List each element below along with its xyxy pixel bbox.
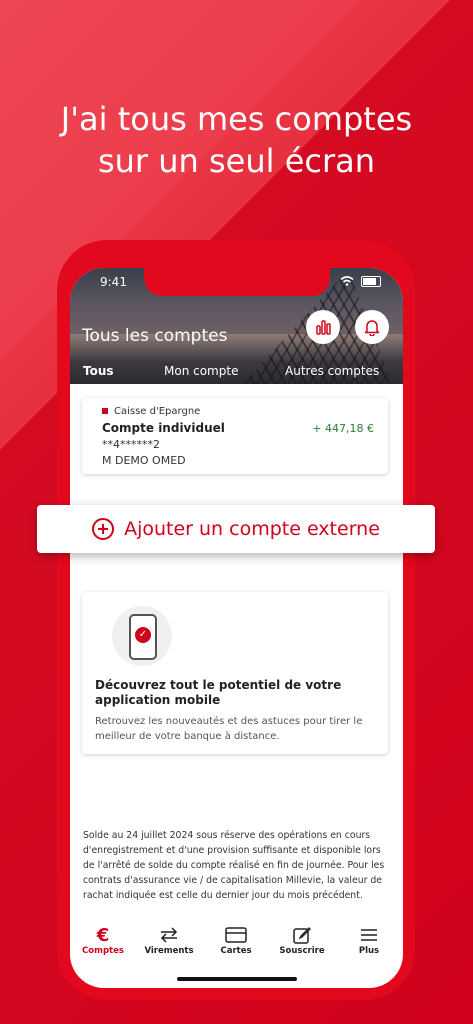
wifi-icon	[339, 276, 354, 286]
tab-tous[interactable]: Tous	[83, 362, 114, 386]
stats-button[interactable]	[306, 310, 340, 344]
tab-mon-compte[interactable]: Mon compte	[164, 362, 238, 384]
menu-icon	[336, 924, 402, 946]
phone-illustration: ✓	[129, 614, 157, 660]
headline-line-2: sur un seul écran	[97, 142, 376, 180]
headline-line-1: J'ai tous mes comptes	[60, 100, 413, 138]
phone-screen: 9:41 Tous les comptes Tous Mon compte Au…	[70, 268, 403, 988]
transfer-arrows-icon	[136, 924, 202, 946]
add-external-account-label: Ajouter un compte externe	[124, 518, 380, 540]
home-indicator	[177, 977, 297, 981]
bank-name: Caisse d'Epargne	[114, 406, 201, 417]
promo-text: Retrouvez les nouveautés et des astuces …	[95, 716, 363, 742]
nav-virements-label: Virements	[144, 946, 194, 956]
nav-cartes-label: Cartes	[220, 946, 252, 956]
account-owner: M DEMO OMED	[102, 454, 186, 467]
nav-comptes[interactable]: € Comptes	[70, 924, 136, 957]
nav-cartes[interactable]: Cartes	[203, 924, 269, 956]
account-tabs: Tous Mon compte Autres comptes	[70, 362, 403, 386]
promo-card[interactable]: ✓ Découvrez tout le potentiel de votre a…	[82, 592, 388, 754]
bank-logo-square	[102, 408, 108, 414]
nav-plus[interactable]: Plus	[336, 924, 402, 956]
status-time: 9:41	[100, 275, 127, 289]
marketing-headline: J'ai tous mes comptes sur un seul écran	[0, 98, 473, 182]
nav-souscrire[interactable]: Souscrire	[269, 924, 335, 956]
add-external-account-button[interactable]: Ajouter un compte externe	[37, 505, 435, 553]
bar-chart-icon	[316, 320, 331, 335]
nav-comptes-label: Comptes	[82, 946, 124, 956]
promo-title: Découvrez tout le potentiel de votre app…	[95, 678, 342, 707]
euro-icon: €	[96, 924, 110, 946]
bell-icon	[364, 320, 380, 336]
tab-autres-comptes[interactable]: Autres comptes	[285, 362, 379, 384]
balance-disclaimer: Solde au 24 juillet 2024 sous réserve de…	[83, 830, 385, 901]
edit-pencil-icon	[269, 924, 335, 946]
battery-icon	[361, 275, 381, 287]
nav-plus-label: Plus	[358, 946, 380, 956]
nav-souscrire-label: Souscrire	[279, 946, 325, 956]
account-number: **4******2	[102, 438, 160, 451]
bank-name-row: Caisse d'Epargne	[102, 406, 200, 417]
account-balance: + 447,18 €	[312, 422, 374, 435]
phone-check-illustration-icon: ✓	[112, 606, 172, 666]
phone-notch	[144, 268, 330, 296]
bottom-nav: € Comptes Virements Cartes Souscrire Plu…	[70, 924, 403, 968]
page-title: Tous les comptes	[82, 326, 228, 346]
nav-virements[interactable]: Virements	[136, 924, 202, 956]
card-icon	[203, 924, 269, 946]
account-card[interactable]: Caisse d'Epargne Compte individuel + 447…	[82, 398, 388, 474]
plus-circle-icon	[92, 518, 115, 540]
account-name: Compte individuel	[102, 421, 225, 435]
check-icon: ✓	[135, 627, 151, 643]
notifications-button[interactable]	[355, 310, 389, 344]
status-icons	[339, 274, 381, 287]
